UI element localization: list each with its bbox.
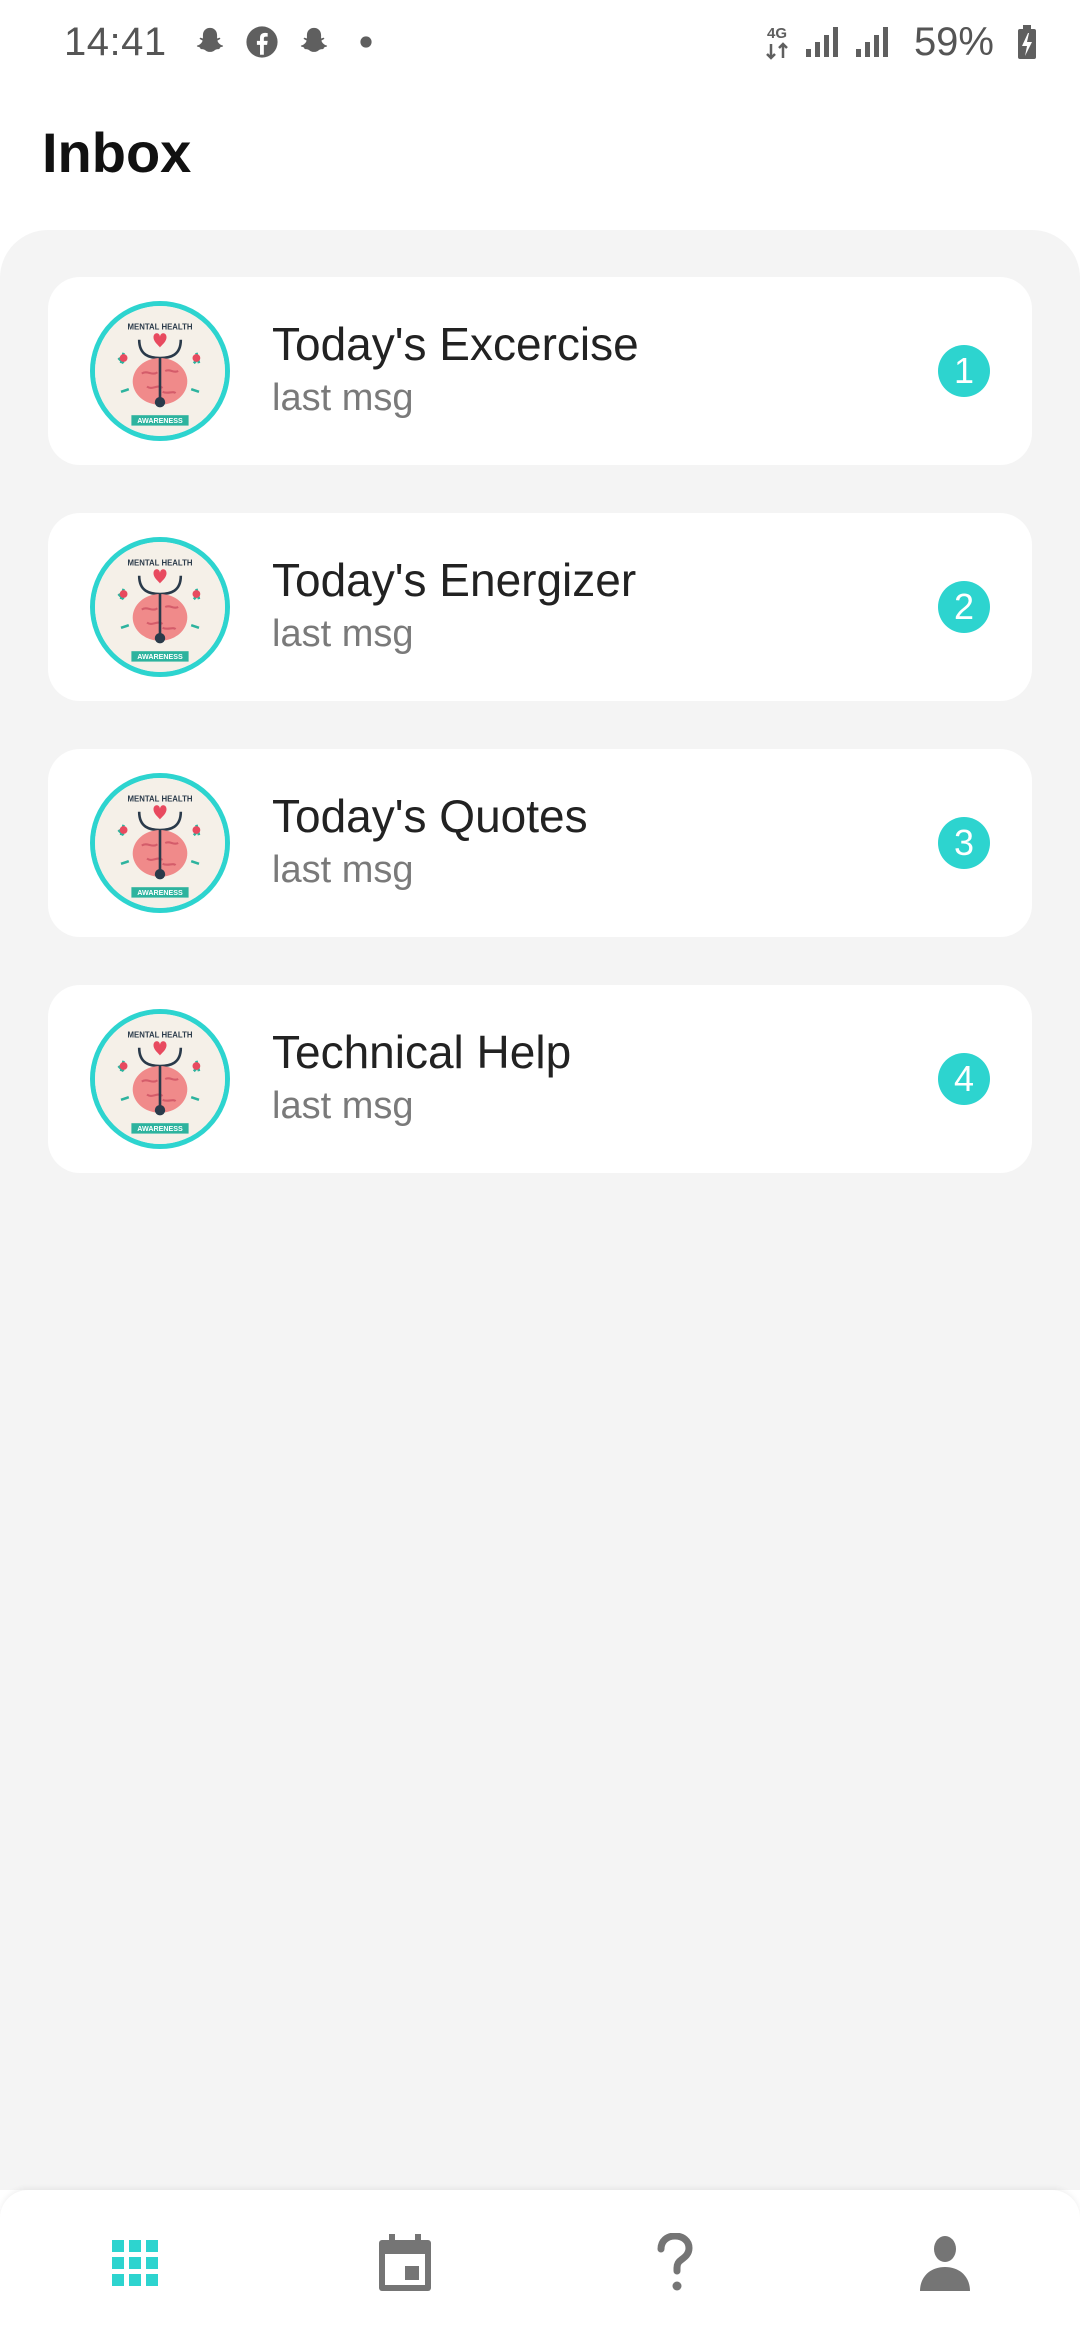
chat-item-todays-energizer[interactable]: MENTAL HEALTH AWARENESS Today's Energize… — [48, 513, 1032, 701]
nav-item-calendar[interactable] — [345, 2205, 465, 2325]
chat-last-message: last msg — [272, 1085, 414, 1127]
chat-title: Technical Help — [272, 1026, 572, 1078]
svg-text:AWARENESS: AWARENESS — [137, 653, 183, 661]
unread-badge: 4 — [938, 1053, 990, 1105]
snapchat-icon — [293, 21, 335, 63]
mental-health-awareness-icon: MENTAL HEALTH AWARENESS — [90, 537, 230, 677]
status-left: 14:41 — [64, 20, 397, 65]
grid-icon — [112, 2239, 158, 2291]
signal-icon — [854, 25, 892, 59]
svg-text:MENTAL HEALTH: MENTAL HEALTH — [128, 794, 193, 803]
svg-text:MENTAL HEALTH: MENTAL HEALTH — [128, 558, 193, 567]
chat-item-todays-quotes[interactable]: MENTAL HEALTH AWARENESS Today's Quotes l… — [48, 749, 1032, 937]
signal-icon — [804, 25, 842, 59]
calendar-icon — [378, 2233, 432, 2297]
bottom-navigation — [0, 2190, 1080, 2340]
snapchat-icon — [189, 21, 231, 63]
svg-text:AWARENESS: AWARENESS — [137, 1125, 183, 1133]
chat-title: Today's Excercise — [272, 318, 639, 370]
facebook-icon — [241, 21, 283, 63]
help-icon — [655, 2231, 695, 2298]
battery-charging-icon — [1016, 24, 1038, 60]
status-time: 14:41 — [64, 19, 167, 64]
chat-title: Today's Energizer — [272, 554, 637, 606]
nav-item-profile[interactable] — [885, 2205, 1005, 2325]
profile-icon — [918, 2235, 972, 2296]
svg-text:MENTAL HEALTH: MENTAL HEALTH — [128, 322, 193, 331]
chat-last-message: last msg — [272, 613, 414, 655]
nav-item-home[interactable] — [75, 2205, 195, 2325]
unread-badge: 3 — [938, 817, 990, 869]
nav-item-help[interactable] — [615, 2205, 735, 2325]
mental-health-awareness-icon: MENTAL HEALTH AWARENESS — [90, 1009, 230, 1149]
network-4g-icon: 4G — [762, 22, 792, 62]
chat-title: Today's Quotes — [272, 790, 588, 842]
network-type-label: 4G — [767, 25, 787, 42]
svg-text:AWARENESS: AWARENESS — [137, 889, 183, 897]
dot-icon — [345, 21, 387, 63]
chat-item-technical-help[interactable]: MENTAL HEALTH AWARENESS Technical Help l… — [48, 985, 1032, 1173]
chat-last-message: last msg — [272, 849, 414, 891]
status-right: 4G 59% — [750, 20, 1038, 65]
unread-badge: 2 — [938, 581, 990, 633]
chat-item-todays-excercise[interactable]: MENTAL HEALTH AWARENESS Today's Excercis… — [48, 277, 1032, 465]
battery-percentage: 59% — [913, 19, 994, 64]
chat-list-container[interactable]: MENTAL HEALTH AWARENESS Today's Excercis… — [0, 230, 1080, 2190]
chat-last-message: last msg — [272, 377, 414, 419]
svg-text:MENTAL HEALTH: MENTAL HEALTH — [128, 1030, 193, 1039]
page-title: Inbox — [42, 121, 192, 184]
status-bar: 14:41 4G 59% — [0, 0, 1080, 84]
mental-health-awareness-icon: MENTAL HEALTH AWARENESS — [90, 773, 230, 913]
svg-text:AWARENESS: AWARENESS — [137, 417, 183, 425]
unread-badge: 1 — [938, 345, 990, 397]
mental-health-awareness-icon: MENTAL HEALTH AWARENESS — [90, 301, 230, 441]
